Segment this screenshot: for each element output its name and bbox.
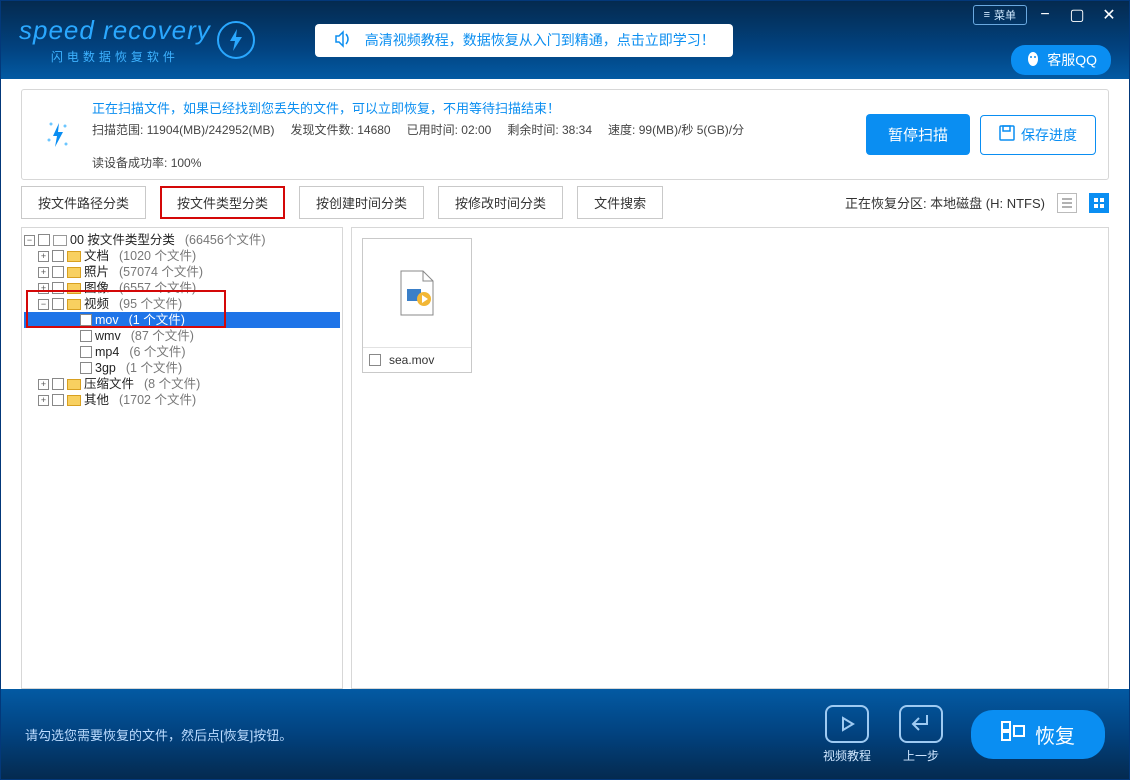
tree-node-photo[interactable]: + 照片(57074 个文件) (24, 264, 340, 280)
view-list-button[interactable] (1057, 193, 1077, 213)
tab-by-created[interactable]: 按创建时间分类 (299, 186, 424, 219)
banner-text: 高清视频教程，数据恢复从入门到精通，点击立即学习！ (365, 30, 715, 50)
speaker-icon (333, 30, 355, 51)
file-label-row: sea.mov (363, 347, 471, 372)
prev-step-button[interactable]: 上一步 (899, 705, 943, 764)
tree-node-mov[interactable]: mov(1 个文件) (24, 312, 340, 328)
bolt-icon (217, 21, 255, 59)
tab-by-path[interactable]: 按文件路径分类 (21, 186, 146, 219)
penguin-icon (1025, 51, 1041, 70)
partition-label: 正在恢复分区: 本地磁盘 (H: NTFS) (845, 193, 1045, 212)
recover-icon (1001, 721, 1025, 747)
topbar: speed recovery 闪电数据恢复软件 高清视频教程，数据恢复从入门到精… (1, 1, 1129, 79)
tree-node-mp4[interactable]: mp4(6 个文件) (24, 344, 340, 360)
status-panel: 正在扫描文件，如果已经找到您丢失的文件，可以立即恢复，不用等待扫描结束！ 扫描范… (21, 89, 1109, 180)
scan-icon (34, 115, 82, 155)
footer: 请勾选您需要恢复的文件，然后点[恢复]按钮。 视频教程 上一步 恢复 (1, 689, 1129, 779)
tab-by-modified[interactable]: 按修改时间分类 (438, 186, 563, 219)
floppy-icon (999, 125, 1015, 144)
tree-node-wmv[interactable]: wmv(87 个文件) (24, 328, 340, 344)
tree-node-doc[interactable]: + 文档(1020 个文件) (24, 248, 340, 264)
tab-by-type[interactable]: 按文件类型分类 (160, 186, 285, 219)
tree-node-image[interactable]: + 图像(6557 个文件) (24, 280, 340, 296)
logo: speed recovery 闪电数据恢复软件 (19, 15, 255, 65)
tree-node-video[interactable]: − 视频(95 个文件) (24, 296, 340, 312)
support-button[interactable]: 客服QQ (1011, 45, 1111, 75)
tree-node-other[interactable]: + 其他(1702 个文件) (24, 392, 340, 408)
tutorial-banner[interactable]: 高清视频教程，数据恢复从入门到精通，点击立即学习！ (315, 24, 733, 57)
save-progress-button[interactable]: 保存进度 (980, 115, 1096, 155)
app-window: speed recovery 闪电数据恢复软件 高清视频教程，数据恢复从入门到精… (0, 0, 1130, 780)
brand-subtitle: 闪电数据恢复软件 (51, 48, 179, 65)
file-thumb[interactable]: sea.mov (362, 238, 472, 373)
back-icon (899, 705, 943, 743)
tutorial-button[interactable]: 视频教程 (823, 705, 871, 764)
tree-node-3gp[interactable]: 3gp(1 个文件) (24, 360, 340, 376)
status-info: 正在扫描文件，如果已经找到您丢失的文件，可以立即恢复，不用等待扫描结束！ 扫描范… (92, 98, 856, 171)
titlebar-controls: ≡菜单 − ▢ ✕ (973, 5, 1123, 25)
brand-text: speed recovery (19, 15, 211, 46)
play-icon (825, 705, 869, 743)
close-button[interactable]: ✕ (1095, 5, 1123, 25)
pause-scan-button[interactable]: 暂停扫描 (866, 114, 970, 155)
file-checkbox[interactable] (369, 354, 381, 366)
video-file-icon (363, 239, 471, 347)
main-area: − 00 按文件类型分类(66456个文件) + 文档(1020 个文件) + … (21, 227, 1109, 689)
tree-node-zip[interactable]: + 压缩文件(8 个文件) (24, 376, 340, 392)
tabs-row: 按文件路径分类 按文件类型分类 按创建时间分类 按修改时间分类 文件搜索 正在恢… (21, 186, 1109, 219)
status-message: 正在扫描文件，如果已经找到您丢失的文件，可以立即恢复，不用等待扫描结束！ (92, 98, 856, 117)
menu-button[interactable]: ≡菜单 (973, 5, 1027, 25)
footer-hint: 请勾选您需要恢复的文件，然后点[恢复]按钮。 (25, 725, 292, 744)
maximize-button[interactable]: ▢ (1063, 5, 1091, 25)
recover-button[interactable]: 恢复 (971, 710, 1105, 759)
tab-search[interactable]: 文件搜索 (577, 186, 663, 219)
file-name: sea.mov (389, 353, 434, 367)
tree-root[interactable]: − 00 按文件类型分类(66456个文件) (24, 232, 340, 248)
tree-pane[interactable]: − 00 按文件类型分类(66456个文件) + 文档(1020 个文件) + … (21, 227, 343, 689)
view-grid-button[interactable] (1089, 193, 1109, 213)
minimize-button[interactable]: − (1031, 5, 1059, 25)
content-pane[interactable]: sea.mov (351, 227, 1109, 689)
status-metrics: 扫描范围: 11904(MB)/242952(MB) 发现文件数: 14680 … (92, 121, 856, 171)
